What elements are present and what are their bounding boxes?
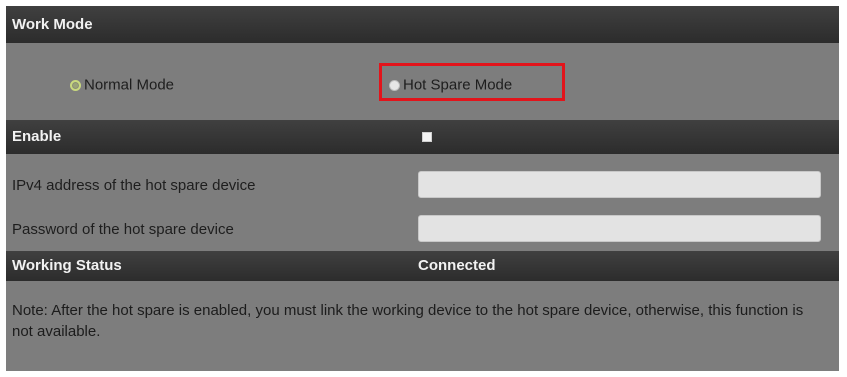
working-status-value: Connected <box>418 257 496 274</box>
note-text: Note: After the hot spare is enabled, yo… <box>12 302 804 340</box>
working-status-label: Working Status <box>12 257 122 274</box>
hot-spare-mode-label: Hot Spare Mode <box>403 76 513 94</box>
work-mode-title: Work Mode <box>12 16 93 33</box>
normal-mode-radio[interactable]: Normal Mode <box>70 76 174 94</box>
password-label: Password of the hot spare device <box>12 221 234 238</box>
work-mode-header: Work Mode <box>6 6 839 43</box>
hot-spare-mode-radio[interactable]: Hot Spare Mode <box>389 76 512 94</box>
radio-selected-icon <box>70 79 81 91</box>
working-status-header: Working Status Connected <box>6 251 839 281</box>
enable-checkbox[interactable] <box>422 132 432 142</box>
normal-mode-label: Normal Mode <box>84 76 175 94</box>
radio-unselected-icon <box>389 79 400 91</box>
ipv4-label: IPv4 address of the hot spare device <box>12 177 256 194</box>
password-input[interactable] <box>418 215 821 242</box>
hot-spare-settings-panel: Work Mode Normal Mode Hot Spare Mode Ena… <box>6 6 839 371</box>
enable-label: Enable <box>12 128 62 145</box>
ipv4-address-input[interactable] <box>418 171 821 198</box>
